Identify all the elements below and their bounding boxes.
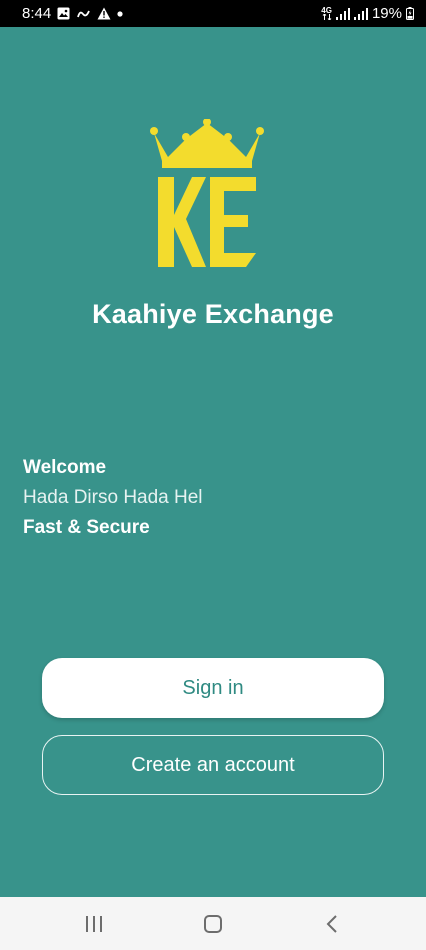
- navigation-bar: [0, 897, 426, 950]
- network-label: 4G: [321, 6, 332, 15]
- sign-in-label: Sign in: [182, 676, 244, 699]
- link-icon: [76, 8, 91, 20]
- subtitle: Fast & Secure: [23, 517, 150, 538]
- create-account-label: Create an account: [131, 753, 295, 776]
- status-bar: 8:44 4G 19%: [0, 0, 426, 27]
- signal-icon: [353, 7, 368, 20]
- welcome-block: Welcome Hada Dirso Hada Hel Fast & Secur…: [23, 453, 203, 543]
- dot-icon: [117, 10, 123, 17]
- signal-icon: [335, 7, 350, 20]
- ke-crown-logo: [150, 119, 264, 267]
- battery-charging-icon: [406, 7, 414, 20]
- status-bar-right: 4G 19%: [321, 5, 414, 22]
- recents-icon[interactable]: [79, 909, 109, 939]
- brand-name: Kaahiye Exchange: [92, 299, 334, 329]
- gallery-icon: [57, 7, 70, 20]
- home-icon[interactable]: [198, 909, 228, 939]
- create-account-button[interactable]: Create an account: [42, 735, 384, 795]
- data-arrows-icon: 4G: [321, 7, 332, 20]
- sign-in-button[interactable]: Sign in: [42, 658, 384, 718]
- back-icon[interactable]: [317, 909, 347, 939]
- status-bar-left: 8:44: [22, 5, 123, 22]
- welcome-title: Welcome: [23, 457, 107, 478]
- clock: 8:44: [22, 5, 52, 22]
- welcome-screen: Kaahiye Exchange Welcome Hada Dirso Hada…: [0, 27, 426, 897]
- tagline: Hada Dirso Hada Hel: [23, 487, 203, 508]
- warning-icon: [97, 7, 111, 20]
- battery-percent: 19%: [371, 5, 402, 22]
